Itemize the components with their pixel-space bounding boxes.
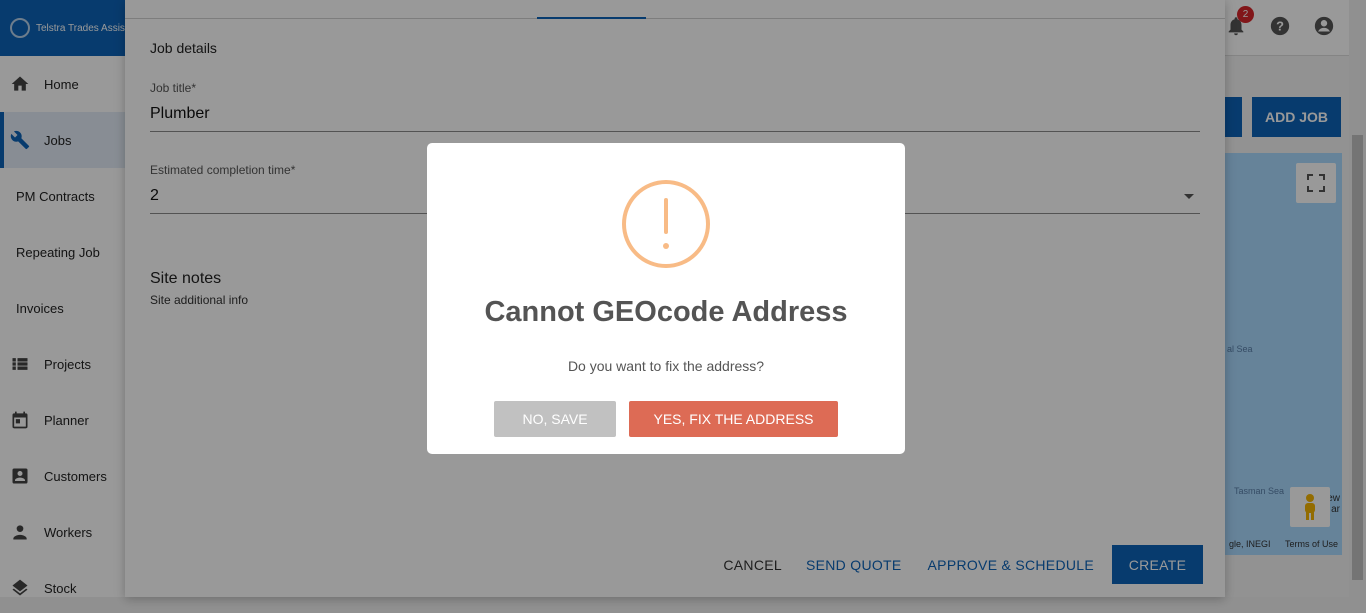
fix-address-button[interactable]: YES, FIX THE ADDRESS [629,401,838,437]
dialog-text: Do you want to fix the address? [567,358,765,374]
dialog-title: Cannot GEOcode Address [484,296,848,328]
geocode-alert-dialog: Cannot GEOcode Address Do you want to fi… [427,143,905,454]
warning-icon [622,180,710,268]
no-save-button[interactable]: NO, SAVE [494,401,616,437]
